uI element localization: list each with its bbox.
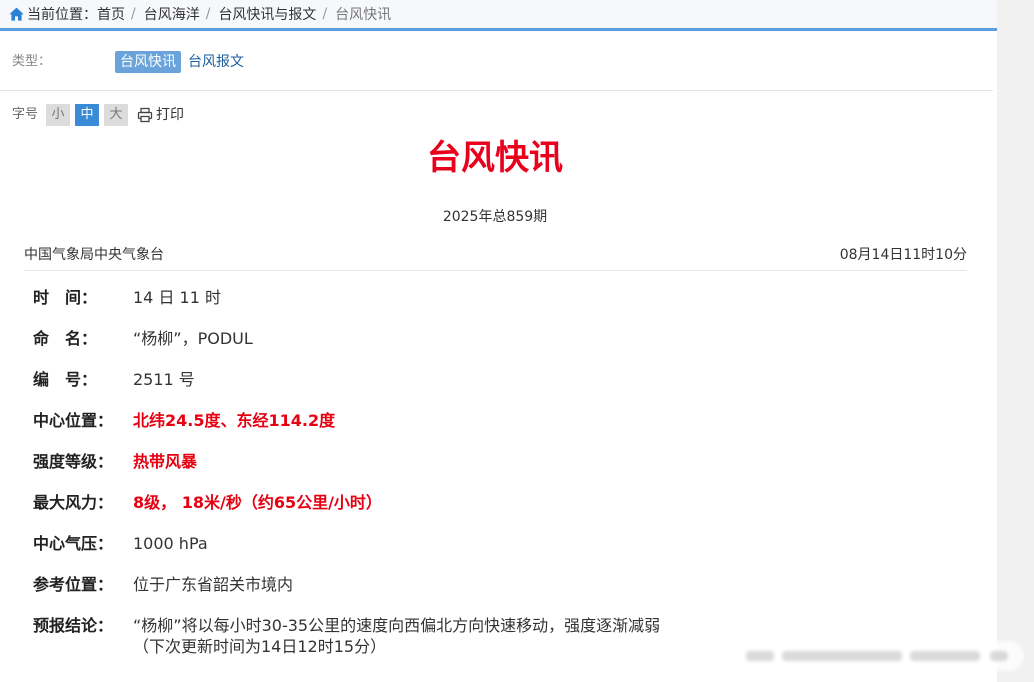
field-row-name: 命 名： “杨柳”，PODUL xyxy=(33,328,973,349)
print-button[interactable]: 打印 xyxy=(137,104,184,126)
field-row-reference-position: 参考位置： 位于广东省韶关市境内 xyxy=(33,574,973,595)
field-value: 8级， 18米/秒（约65公里/小时） xyxy=(133,493,382,512)
forecast-update-note: （下次更新时间为14日12时15分） xyxy=(133,637,387,656)
font-size-small-button[interactable]: 小 xyxy=(46,104,70,126)
forecast-text: “杨柳”将以每小时30-35公里的速度向西偏北方向快速移动，强度逐渐减弱 xyxy=(133,616,661,635)
breadcrumb-separator: / xyxy=(322,6,328,22)
print-label: 打印 xyxy=(156,107,184,123)
field-row-max-wind: 最大风力： 8级， 18米/秒（约65公里/小时） xyxy=(33,492,973,513)
field-row-number: 编 号： 2511 号 xyxy=(33,369,973,390)
divider xyxy=(0,90,993,91)
field-label: 强度等级： xyxy=(33,452,114,471)
type-option-typhoon-report[interactable]: 台风报文 xyxy=(188,51,244,73)
field-label: 命 名： xyxy=(33,329,98,348)
article-source: 中国气象局中央气象台 xyxy=(24,247,164,263)
issue-number: 2025年总859期 xyxy=(442,209,548,225)
field-value: 位于广东省韶关市境内 xyxy=(133,575,294,594)
breadcrumb-separator: / xyxy=(205,6,211,22)
breadcrumb-bulletins-link[interactable]: 台风快讯与报文 xyxy=(218,4,316,24)
field-value: 2511 号 xyxy=(133,370,195,389)
field-row-intensity: 强度等级： 热带风暴 xyxy=(33,451,973,472)
field-label: 中心位置： xyxy=(33,411,114,430)
field-label: 参考位置： xyxy=(33,575,114,594)
article-meta: 中国气象局中央气象台 08月14日11时10分 xyxy=(24,245,967,271)
field-value: “杨柳”，PODUL xyxy=(133,329,253,348)
article-published-time: 08月14日11时10分 xyxy=(839,247,967,263)
watermark xyxy=(730,641,1024,671)
breadcrumb-separator: / xyxy=(131,6,136,22)
field-row-pressure: 中心气压： 1000 hPa xyxy=(33,533,973,554)
home-icon[interactable] xyxy=(9,7,24,21)
field-value: “杨柳”将以每小时30-35公里的速度向西偏北方向快速移动，强度逐渐减弱 （下次… xyxy=(133,615,660,657)
field-label: 时 间： xyxy=(33,288,98,307)
font-size-large-button[interactable]: 大 xyxy=(104,104,128,126)
bulletin-fields: 时 间： 14 日 11 时 命 名： “杨柳”，PODUL 编 号： 2511… xyxy=(33,287,973,677)
breadcrumb-home-link[interactable]: 首页 xyxy=(97,4,125,24)
breadcrumb-typhoon-ocean-link[interactable]: 台风海洋 xyxy=(144,4,200,24)
breadcrumb: 当前位置： 首页 / 台风海洋 / 台风快讯与报文 / 台风快讯 xyxy=(0,0,997,31)
printer-icon xyxy=(137,107,153,123)
font-size-label: 字号 xyxy=(12,107,39,122)
field-row-time: 时 间： 14 日 11 时 xyxy=(33,287,973,308)
type-filter-label: 类型： xyxy=(12,54,52,69)
field-label: 预报结论： xyxy=(33,616,114,635)
article-title: 台风快讯 xyxy=(427,138,563,178)
field-value: 14 日 11 时 xyxy=(133,288,221,307)
field-row-center-position: 中心位置： 北纬24.5度、东经114.2度 xyxy=(33,410,973,431)
page: 当前位置： 首页 / 台风海洋 / 台风快讯与报文 / 台风快讯 类型： 台风快… xyxy=(0,0,997,682)
font-size-medium-button[interactable]: 中 xyxy=(75,104,99,126)
field-value: 热带风暴 xyxy=(133,452,198,471)
breadcrumb-prefix: 当前位置： xyxy=(27,7,97,23)
field-value: 1000 hPa xyxy=(133,534,208,553)
field-label: 编 号： xyxy=(33,370,98,389)
field-label: 中心气压： xyxy=(33,534,114,553)
breadcrumb-current: 台风快讯 xyxy=(335,7,392,23)
field-label: 最大风力： xyxy=(33,493,114,512)
field-value: 北纬24.5度、东经114.2度 xyxy=(133,411,336,430)
type-option-typhoon-flash[interactable]: 台风快讯 xyxy=(115,51,181,73)
